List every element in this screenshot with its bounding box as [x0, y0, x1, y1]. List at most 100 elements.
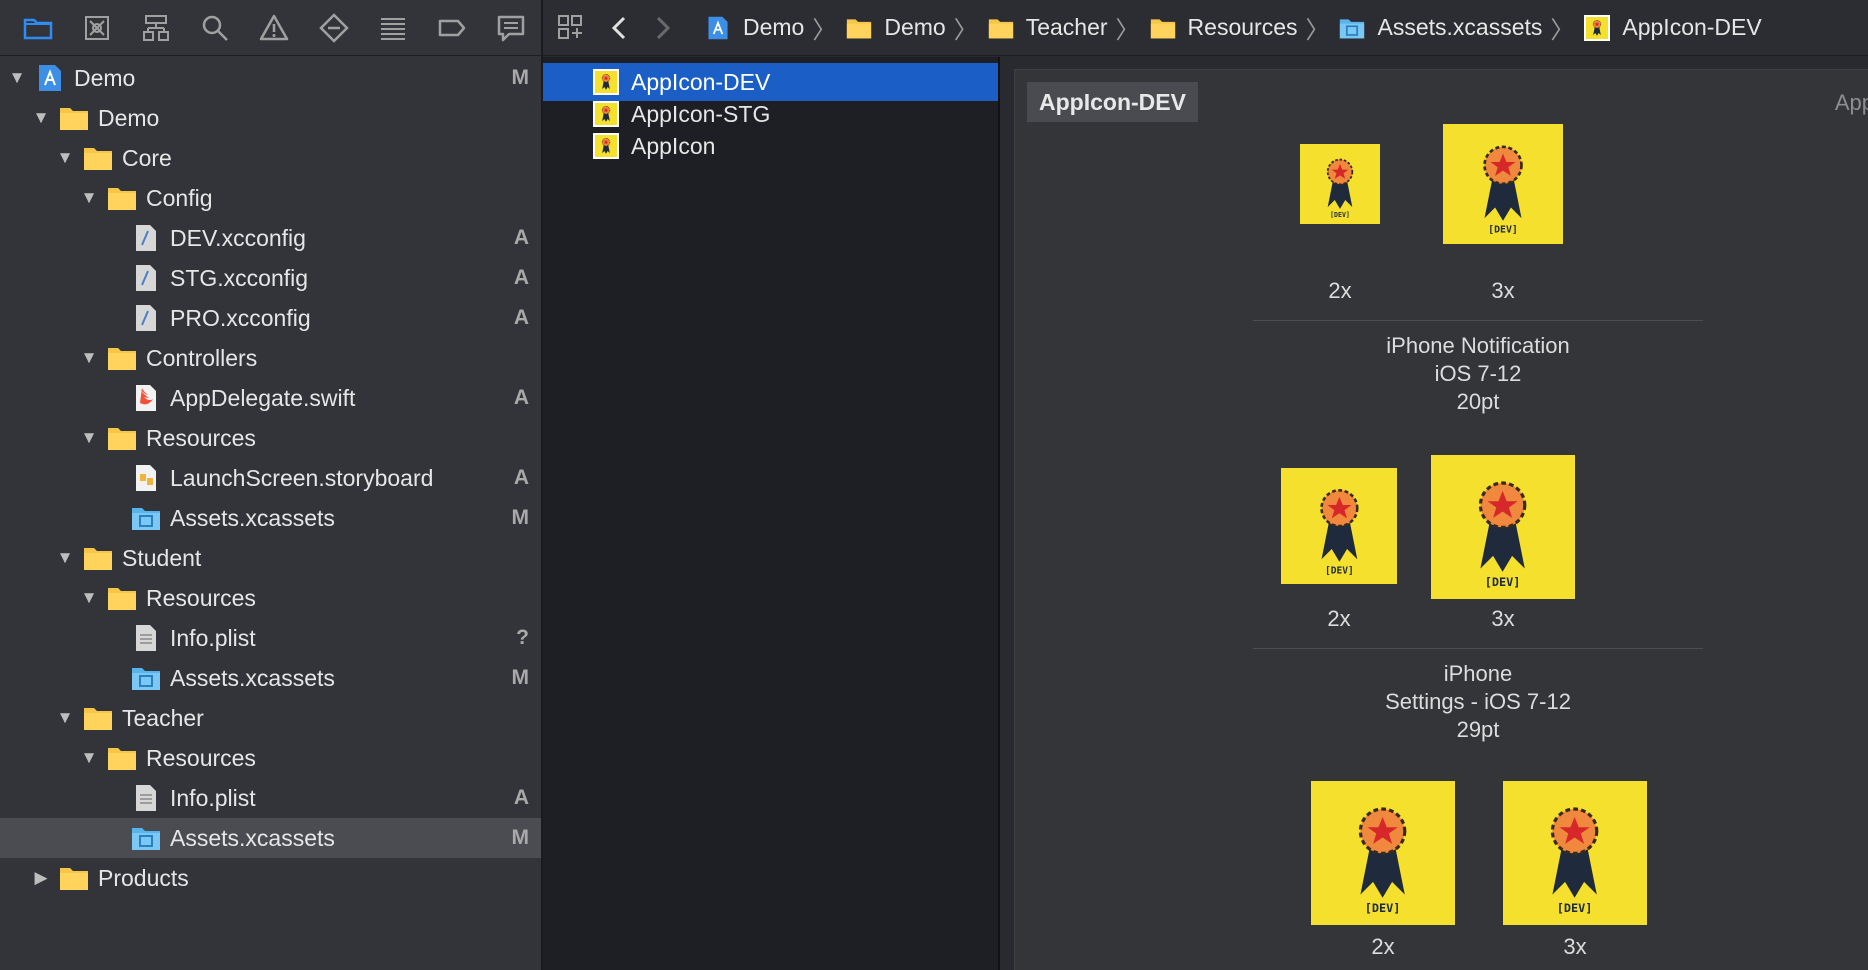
breakpoint-tab[interactable]: [423, 0, 482, 56]
appiconset-icon: [593, 133, 619, 159]
tree-row[interactable]: Info.plist?: [0, 618, 541, 658]
tree-row[interactable]: ▼ Demo: [0, 98, 541, 138]
breadcrumb-item[interactable]: Resources: [1148, 14, 1297, 41]
test-tab[interactable]: [304, 0, 363, 56]
debug-tab[interactable]: [363, 0, 422, 56]
disclosure-open-icon[interactable]: ▼: [80, 588, 98, 607]
tree-row-label: LaunchScreen.storyboard: [170, 464, 434, 491]
breadcrumb-item[interactable]: Assets.xcassets: [1337, 14, 1542, 41]
tree-row[interactable]: Assets.xcassets M: [0, 658, 541, 698]
tree-row[interactable]: ▼ Config: [0, 178, 541, 218]
tree-row[interactable]: Assets.xcassets M: [0, 818, 541, 858]
tree-row-label: Controllers: [146, 344, 258, 371]
app-icon-slot[interactable]: [DEV]: [1503, 781, 1647, 925]
disclosure-open-icon[interactable]: ▼: [80, 748, 98, 767]
folder-tab[interactable]: [8, 0, 67, 56]
svg-text:[DEV]: [DEV]: [1557, 901, 1593, 915]
folder-icon: [106, 583, 138, 613]
breadcrumb-label: Demo: [743, 14, 805, 40]
tree-row[interactable]: Info.plist A: [0, 778, 541, 818]
breadcrumb-item[interactable]: Demo: [703, 14, 804, 41]
asset-list-item[interactable]: AppIcon: [543, 127, 998, 165]
breadcrumb-item[interactable]: AppIcon-DEV: [1582, 14, 1762, 41]
tree-row[interactable]: ▼ Demo M: [0, 58, 541, 98]
appiconset-icon: [1582, 14, 1612, 41]
hierarchy-tab[interactable]: [126, 0, 185, 56]
scale-label: 2x: [1327, 606, 1351, 631]
tree-row[interactable]: ▼ Teacher: [0, 698, 541, 738]
tree-row[interactable]: AppDelegate.swift A: [0, 378, 541, 418]
tree-row[interactable]: ▼ Resources: [0, 578, 541, 618]
source-control-status: M: [511, 506, 530, 529]
disclosure-open-icon[interactable]: ▼: [56, 548, 74, 567]
tree-row[interactable]: ▼ Resources: [0, 738, 541, 778]
app-icon-slot[interactable]: [DEV]: [1431, 455, 1575, 599]
breadcrumb-separator-icon: 〉: [812, 17, 837, 44]
related-items-button[interactable]: [543, 0, 599, 56]
tree-row[interactable]: ▼ Student: [0, 538, 541, 578]
disclosure-open-icon[interactable]: ▼: [8, 68, 26, 87]
tree-row[interactable]: ▼ Core: [0, 138, 541, 178]
breadcrumb-label: Demo: [884, 14, 946, 40]
award-medal-icon: [DEV]: [1359, 807, 1407, 915]
tree-row[interactable]: STG.xcconfig A: [0, 258, 541, 298]
folder-icon: [82, 143, 114, 173]
app-icon-slot[interactable]: [DEV]: [1300, 144, 1380, 224]
svg-text:[DEV]: [DEV]: [1365, 901, 1401, 915]
app-icon-slot[interactable]: [DEV]: [1311, 781, 1455, 925]
source-control-status: A: [513, 466, 529, 489]
disclosure-open-icon[interactable]: ▼: [32, 108, 50, 127]
tree-row[interactable]: PRO.xcconfig A: [0, 298, 541, 338]
source-control-status: M: [511, 666, 530, 689]
issue-tab[interactable]: [245, 0, 304, 56]
disclosure-open-icon[interactable]: ▼: [56, 148, 74, 167]
folder-icon: [58, 103, 90, 133]
tree-row[interactable]: DEV.xcconfig A: [0, 218, 541, 258]
search-tab[interactable]: [186, 0, 245, 56]
breadcrumb-item[interactable]: Demo: [844, 14, 946, 41]
caption-line: 20pt: [1456, 389, 1500, 414]
award-medal-icon: [DEV]: [1326, 158, 1354, 219]
tree-row[interactable]: LaunchScreen.storyboard A: [0, 458, 541, 498]
asset-list-label: AppIcon-STG: [631, 100, 771, 127]
tree-row-label: DEV.xcconfig: [170, 224, 306, 251]
tree-row-label: Core: [122, 144, 172, 171]
tree-row[interactable]: ▶ Products: [0, 858, 541, 898]
breadcrumb-separator-icon: 〉: [1115, 17, 1140, 44]
back-button[interactable]: [599, 0, 641, 56]
svg-text:[DEV]: [DEV]: [1488, 225, 1518, 236]
xcode-project-icon: [34, 63, 66, 93]
asset-list-label: AppIcon-DEV: [631, 68, 771, 95]
tree-row[interactable]: ▼ Controllers: [0, 338, 541, 378]
award-medal-icon: [DEV]: [1319, 488, 1359, 576]
breadcrumb-separator-icon: 〉: [953, 17, 978, 44]
breadcrumb-item[interactable]: Teacher: [986, 14, 1108, 41]
icon-group-caption: iPhone Settings - iOS 7-12 29pt: [1228, 660, 1728, 744]
forward-button[interactable]: [641, 0, 683, 56]
disclosure-open-icon[interactable]: ▼: [80, 348, 98, 367]
award-medal-icon: [DEV]: [1551, 807, 1599, 915]
report-tab[interactable]: [482, 0, 541, 56]
caption-line: Settings - iOS 7-12: [1385, 689, 1571, 714]
tree-row[interactable]: Assets.xcassets M: [0, 498, 541, 538]
tree-row-label: Resources: [146, 744, 256, 771]
tree-row[interactable]: ▼ Resources: [0, 418, 541, 458]
search-icon: [203, 15, 229, 41]
app-icon-slot[interactable]: [DEV]: [1443, 124, 1563, 244]
scale-label: 2x: [1371, 934, 1395, 959]
asset-list-label: AppIcon: [631, 132, 716, 159]
disclosure-closed-icon[interactable]: ▶: [32, 868, 50, 887]
award-medal-icon: [DEV]: [1479, 481, 1527, 589]
disclosure-open-icon[interactable]: ▼: [56, 708, 74, 727]
app-icon-slot[interactable]: [DEV]: [1281, 468, 1397, 584]
tree-row-label: Demo: [74, 64, 136, 91]
source-control-tab[interactable]: [67, 0, 126, 56]
disclosure-open-icon[interactable]: ▼: [80, 428, 98, 447]
disclosure-open-icon[interactable]: ▼: [80, 188, 98, 207]
